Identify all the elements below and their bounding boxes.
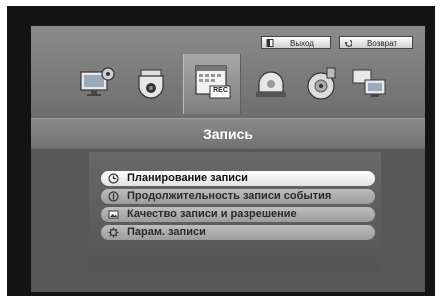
exit-button[interactable]: Выход [261, 36, 331, 49]
menu-item-label: Качество записи и разрешение [127, 208, 297, 220]
page-title: Запись [202, 126, 253, 142]
gear-icon [108, 227, 119, 238]
menu-item-record-options[interactable]: Парам. записи [101, 225, 375, 240]
menu-item-label: Парам. записи [127, 226, 206, 238]
section-title-bar: Запись [31, 118, 425, 149]
rec-badge: REC [213, 87, 228, 94]
monitor-frame: Выход Возврат REC Запись Планирование за… [7, 6, 435, 296]
record-calendar-icon[interactable]: REC [183, 54, 241, 114]
back-label: Возврат [367, 39, 397, 48]
alarm-icon[interactable] [251, 64, 291, 104]
network-icon[interactable] [349, 64, 389, 104]
camera-icon[interactable] [131, 64, 171, 104]
exit-label: Выход [290, 39, 314, 48]
menu-item-quality-resolution[interactable]: Качество записи и разрешение [101, 207, 375, 222]
top-menu-bar: Выход Возврат REC [31, 26, 425, 118]
menu-item-recording-schedule[interactable]: Планирование записи [101, 171, 375, 186]
back-button[interactable]: Возврат [339, 36, 413, 49]
main-menu-icons: REC [31, 54, 425, 114]
menu-item-label: Планирование записи [127, 172, 248, 184]
monitor-settings-icon[interactable] [77, 64, 117, 104]
menu-item-event-duration[interactable]: Продолжительность записи события [101, 189, 375, 204]
return-arrow-icon [344, 39, 353, 47]
image-icon [108, 209, 119, 220]
backup-disc-icon[interactable] [301, 64, 341, 104]
exit-door-icon [266, 39, 274, 47]
screen: Выход Возврат REC Запись Планирование за… [31, 26, 425, 292]
event-icon [108, 191, 119, 202]
menu-item-label: Продолжительность записи события [127, 190, 332, 202]
clock-icon [108, 173, 119, 184]
